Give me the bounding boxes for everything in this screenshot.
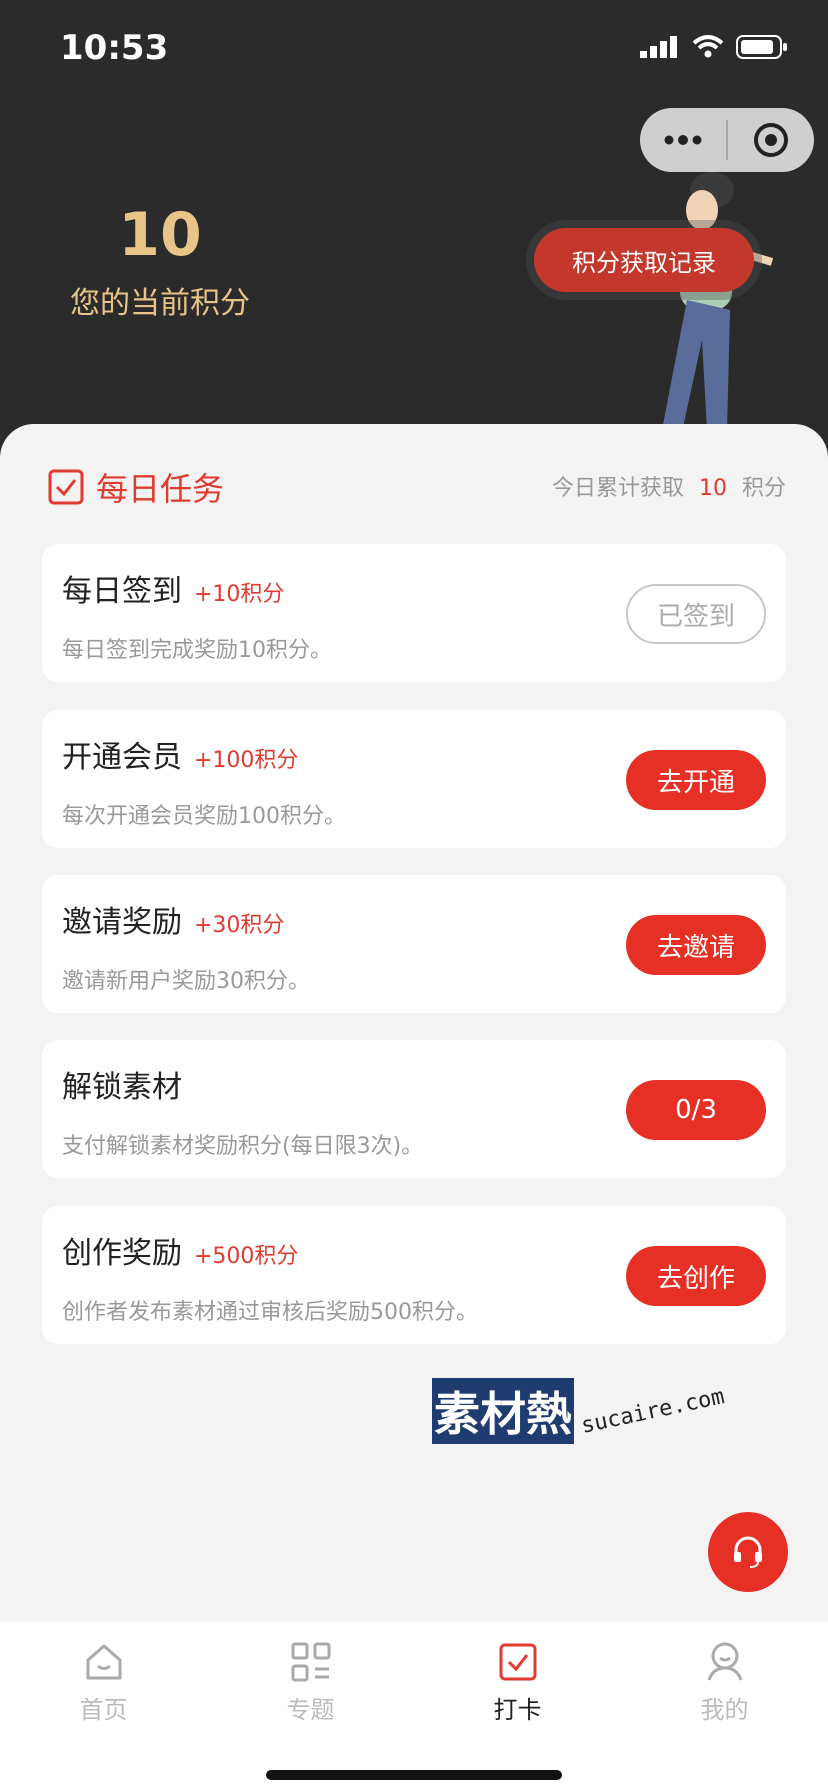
tab-label: 我的 xyxy=(700,1696,749,1724)
task-title: 开通会员 xyxy=(62,740,182,775)
points-record-button[interactable]: 积分获取记录 xyxy=(534,228,754,292)
task-title-row: 解锁素材 xyxy=(62,1062,194,1106)
tab-bar: 首页 专题 打卡 我的 xyxy=(0,1622,828,1792)
profile-icon xyxy=(707,1642,742,1681)
tab-profile[interactable]: 我的 xyxy=(621,1640,828,1725)
task-title-row: 邀请奖励 +30积分 xyxy=(62,897,284,941)
checkbox-icon xyxy=(48,469,84,505)
home-icon xyxy=(86,1644,121,1680)
task-bonus: +30积分 xyxy=(194,913,285,938)
watermark-logo: 素材熱 xyxy=(432,1378,574,1444)
task-title: 解锁素材 xyxy=(62,1070,182,1105)
tab-topics[interactable]: 专题 xyxy=(207,1640,414,1725)
invite-button[interactable]: 去邀请 xyxy=(626,915,766,975)
grid-icon xyxy=(291,1642,330,1682)
more-icon[interactable] xyxy=(640,135,726,145)
task-card-checkin: 每日签到 +10积分 每日签到完成奖励10积分。 已签到 xyxy=(42,544,786,682)
unlock-progress-button[interactable]: 0/3 xyxy=(626,1080,766,1140)
signal-icon xyxy=(640,36,677,58)
current-points-label: 您的当前积分 xyxy=(70,286,250,321)
task-desc: 每次开通会员奖励100积分。 xyxy=(62,804,346,829)
task-title: 每日签到 xyxy=(62,574,182,609)
miniapp-capsule xyxy=(640,108,814,172)
task-card-membership: 开通会员 +100积分 每次开通会员奖励100积分。 去开通 xyxy=(42,710,786,848)
tab-label: 打卡 xyxy=(493,1696,542,1724)
task-bonus: +100积分 xyxy=(194,748,299,773)
summary-suffix: 积分 xyxy=(741,476,786,501)
task-desc: 每日签到完成奖励10积分。 xyxy=(62,638,332,663)
task-bonus: +10积分 xyxy=(194,582,285,607)
status-icons xyxy=(640,34,788,60)
task-desc: 创作者发布素材通过审核后奖励500积分。 xyxy=(62,1300,478,1325)
task-title-row: 创作奖励 +500积分 xyxy=(62,1228,298,1272)
task-title-row: 开通会员 +100积分 xyxy=(62,732,298,776)
checked-in-button[interactable]: 已签到 xyxy=(626,584,766,644)
task-title: 邀请奖励 xyxy=(62,905,182,940)
task-card-invite: 邀请奖励 +30积分 邀请新用户奖励30积分。 去邀请 xyxy=(42,875,786,1013)
home-indicator xyxy=(266,1770,562,1780)
task-desc: 支付解锁素材奖励积分(每日限3次)。 xyxy=(62,1134,424,1159)
open-membership-button[interactable]: 去开通 xyxy=(626,750,766,810)
summary-value: 10 xyxy=(698,476,727,501)
close-target-icon[interactable] xyxy=(728,122,814,158)
task-title-row: 每日签到 +10积分 xyxy=(62,566,284,610)
summary-prefix: 今日累计获取 xyxy=(551,476,684,501)
tab-checkin[interactable]: 打卡 xyxy=(414,1640,621,1725)
watermark: 素材熱 sucaire.com xyxy=(432,1378,727,1444)
watermark-brand: 素材熱 xyxy=(432,1378,574,1444)
daily-task-header: 每日任务 xyxy=(48,464,224,510)
task-title: 创作奖励 xyxy=(62,1236,182,1271)
headset-icon xyxy=(734,1536,762,1568)
wifi-icon xyxy=(692,35,724,58)
current-points-value: 10 xyxy=(118,200,202,270)
status-time-text: 10:53 xyxy=(60,28,169,68)
watermark-site: sucaire.com xyxy=(578,1383,727,1439)
main-panel: 每日任务 今日累计获取 10 积分 每日签到 +10积分 每日签到完成奖励10积分… xyxy=(0,424,828,1624)
task-bonus: +500积分 xyxy=(194,1244,299,1269)
battery-icon xyxy=(736,35,787,59)
task-card-unlock: 解锁素材 支付解锁素材奖励积分(每日限3次)。 0/3 xyxy=(42,1040,786,1178)
tab-label: 专题 xyxy=(286,1696,335,1724)
tab-home[interactable]: 首页 xyxy=(0,1640,207,1725)
task-desc: 邀请新用户奖励30积分。 xyxy=(62,969,310,994)
task-card-create: 创作奖励 +500积分 创作者发布素材通过审核后奖励500积分。 去创作 xyxy=(42,1206,786,1344)
customer-service-button[interactable] xyxy=(708,1512,788,1592)
create-button[interactable]: 去创作 xyxy=(626,1246,766,1306)
checkin-icon xyxy=(499,1643,536,1681)
daily-summary: 今日累计获取 10 积分 xyxy=(552,470,786,502)
daily-task-title: 每日任务 xyxy=(96,470,225,508)
tab-label: 首页 xyxy=(79,1696,128,1724)
